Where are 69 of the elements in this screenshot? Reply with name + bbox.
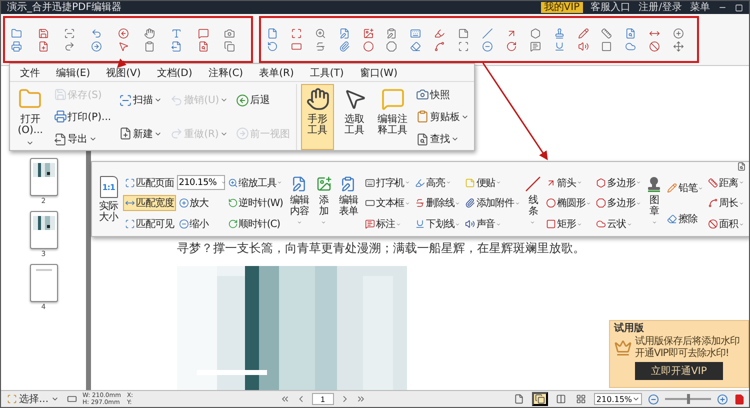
tool-button[interactable]: 匹配可见 [123,216,176,232]
tool-button[interactable]: 铅笔 [665,180,706,196]
vip-badge[interactable]: 我的VIP [540,2,583,13]
tool-button[interactable]: 添加 [314,173,334,234]
tool-button[interactable]: 匹配宽度 [123,195,176,212]
tool-button[interactable]: 放大 [176,195,225,211]
tool-button[interactable]: 扫描 [117,91,164,110]
tool-button[interactable]: 矩形 [544,216,594,232]
popup-text: 开通VIP即可去除水印! [635,348,730,360]
tool-button[interactable]: 导出 [52,130,114,148]
tool-button[interactable]: 图章 [644,173,664,234]
tool-button[interactable]: 选取工具 [338,84,372,150]
tool-button[interactable]: 文本框 [362,195,412,212]
tool-button[interactable]: 缩放工具 [226,174,285,191]
tool-button[interactable]: 箭头 [544,174,594,191]
window-title: 演示_合并迅捷PDF编辑器 [7,2,122,14]
tool-button[interactable]: 打字机 [362,174,412,191]
tool-button[interactable]: 标注 [362,216,412,232]
tool-button[interactable]: 云状 [594,216,644,232]
zoom-field[interactable]: 210.15% [176,175,225,190]
menu-item[interactable]: 文档(D) [156,66,192,80]
tool-button[interactable]: 距离 [706,174,746,191]
tool-button[interactable]: 编辑注释工具 [375,84,410,150]
tool-button[interactable]: 多边形 [594,195,644,212]
tool-button[interactable]: 添加附件 [463,195,522,212]
tool-button[interactable]: 快照 [414,86,471,104]
popup-title: 试用版 [614,323,645,334]
top-link[interactable]: 菜单 [690,2,710,14]
tool-button[interactable]: 逆时针(W) [226,195,285,212]
open-vip-button[interactable]: 立即开通VIP [635,362,723,380]
tool-button[interactable]: 线条 [522,173,543,234]
tool-button[interactable]: 打印(P)... [52,108,114,126]
menu-item[interactable]: 工具(T) [310,66,344,80]
menu-item[interactable]: 注释(C) [208,66,244,80]
tool-button[interactable]: 椭圆形 [544,195,594,212]
menu-item[interactable]: 视图(V) [106,66,141,80]
tool-button[interactable]: 擦除 [665,211,706,227]
tool-button[interactable]: 缩小 [176,216,225,232]
tool-button[interactable]: 便贴 [463,174,522,191]
tool-button[interactable]: 匹配页面 [123,174,176,191]
tool-button[interactable]: 下划线 [413,216,462,232]
tool-button[interactable]: 新建 [117,124,164,143]
tool-button[interactable]: 删除线 [413,195,462,212]
tool-button[interactable]: 编辑表单 [334,173,362,234]
tool-button[interactable]: 多边形 [594,174,644,191]
top-link[interactable]: 客服入口 [590,2,631,14]
tool-button[interactable]: 声音 [463,216,522,232]
page-field[interactable]: 1 [312,393,334,405]
tool-button[interactable]: 后退 [234,91,292,110]
tool-button[interactable]: 1:1 实际大小 [95,173,122,234]
tool-button[interactable]: 高亮 [413,174,462,191]
document-text: 寻梦？撑一支长篙，向青草更青处漫溯；满载一船星辉，在星辉斑斓里放歌。 [177,240,586,256]
tool-button[interactable]: 打开(O)... [13,84,48,150]
select-button[interactable]: 选择... [5,392,61,406]
tool-button[interactable]: 查找 [414,130,471,148]
menu-item[interactable]: 文件 [20,66,40,80]
tool-button[interactable]: 面积 [706,216,746,232]
tool-button[interactable]: 手形工具 [300,84,334,150]
menu-item[interactable]: 窗口(W) [360,66,398,80]
menu-item[interactable]: 编辑(E) [56,66,90,80]
menu-item[interactable]: 表单(R) [259,66,294,80]
tool-button[interactable]: 剪贴板 [414,108,471,126]
top-link[interactable]: 注册/登录 [638,2,682,14]
actual-size-icon: 1:1 [100,176,118,198]
zoom-select[interactable]: 210.15% [594,393,642,405]
tool-button[interactable]: 顺时针(C) [226,216,285,232]
popup-text: 试用版保存后将添加水印 [635,336,740,348]
tool-button[interactable]: 周长 [706,195,746,212]
tool-button[interactable]: 编辑内容 [286,173,313,234]
